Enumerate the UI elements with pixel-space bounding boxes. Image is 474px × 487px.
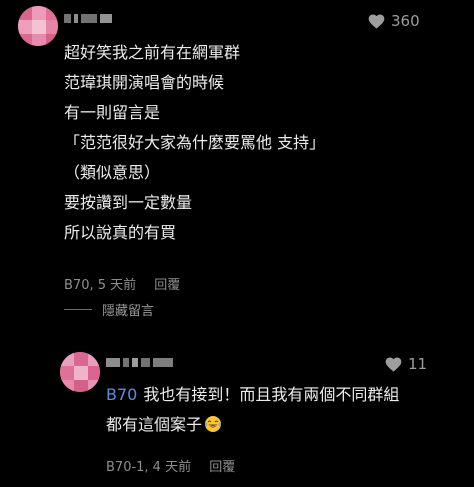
comment-line: 「范范很好大家為什麼要罵他 支持」 xyxy=(64,133,326,152)
reply-like-button[interactable]: 11 xyxy=(385,355,427,373)
comment-line: 所以說真的有買 xyxy=(64,223,177,242)
reply-line-text: 我也有接到！而且我有兩個不同群組 xyxy=(143,385,400,404)
hide-replies-toggle[interactable]: 隱藏留言 xyxy=(64,300,154,319)
heart-icon xyxy=(385,357,402,372)
reply-body: B70 我也有接到！而且我有兩個不同群組 都有這個案子 xyxy=(106,380,399,440)
comment-line: （類似意思） xyxy=(64,163,161,182)
reply-line-text: 都有這個案子 xyxy=(106,415,203,434)
reply-name-blurred xyxy=(106,358,173,367)
comment-line: 范瑋琪開演唱會的時候 xyxy=(64,73,225,92)
hide-replies-label: 隱藏留言 xyxy=(102,304,155,319)
commenter-name-blurred xyxy=(64,14,112,23)
reply-meta: B70-1, 4 天前 回覆 xyxy=(106,456,235,475)
reply-line: 都有這個案子 xyxy=(106,410,399,440)
reply-avatar[interactable] xyxy=(60,352,100,392)
floor-mention-link[interactable]: B70 xyxy=(106,385,137,404)
comment-reply-button[interactable]: 回覆 xyxy=(154,278,180,293)
commenter-avatar[interactable] xyxy=(18,6,58,46)
comment-body: 超好笑我之前有在網軍群 范瑋琪開演唱會的時候 有一則留言是 「范范很好大家為什麼… xyxy=(64,38,325,248)
comment-meta: B70, 5 天前 回覆 xyxy=(64,274,180,293)
comment-floor-time: B70, 5 天前 xyxy=(64,278,137,293)
face-with-tears-of-joy-icon xyxy=(205,416,222,432)
comment-line: 要按讚到一定數量 xyxy=(64,193,193,212)
reply-floor-time: B70-1, 4 天前 xyxy=(106,460,192,475)
heart-icon xyxy=(368,14,385,29)
comment-line: 有一則留言是 xyxy=(64,103,161,122)
comment-like-button[interactable]: 360 xyxy=(368,12,420,30)
divider-dash xyxy=(64,309,92,310)
comment-line: 超好笑我之前有在網軍群 xyxy=(64,43,241,62)
reply-reply-button[interactable]: 回覆 xyxy=(209,460,235,475)
reply-line: B70 我也有接到！而且我有兩個不同群組 xyxy=(106,380,399,410)
reply-like-count: 11 xyxy=(408,355,428,373)
comment-like-count: 360 xyxy=(391,12,420,30)
